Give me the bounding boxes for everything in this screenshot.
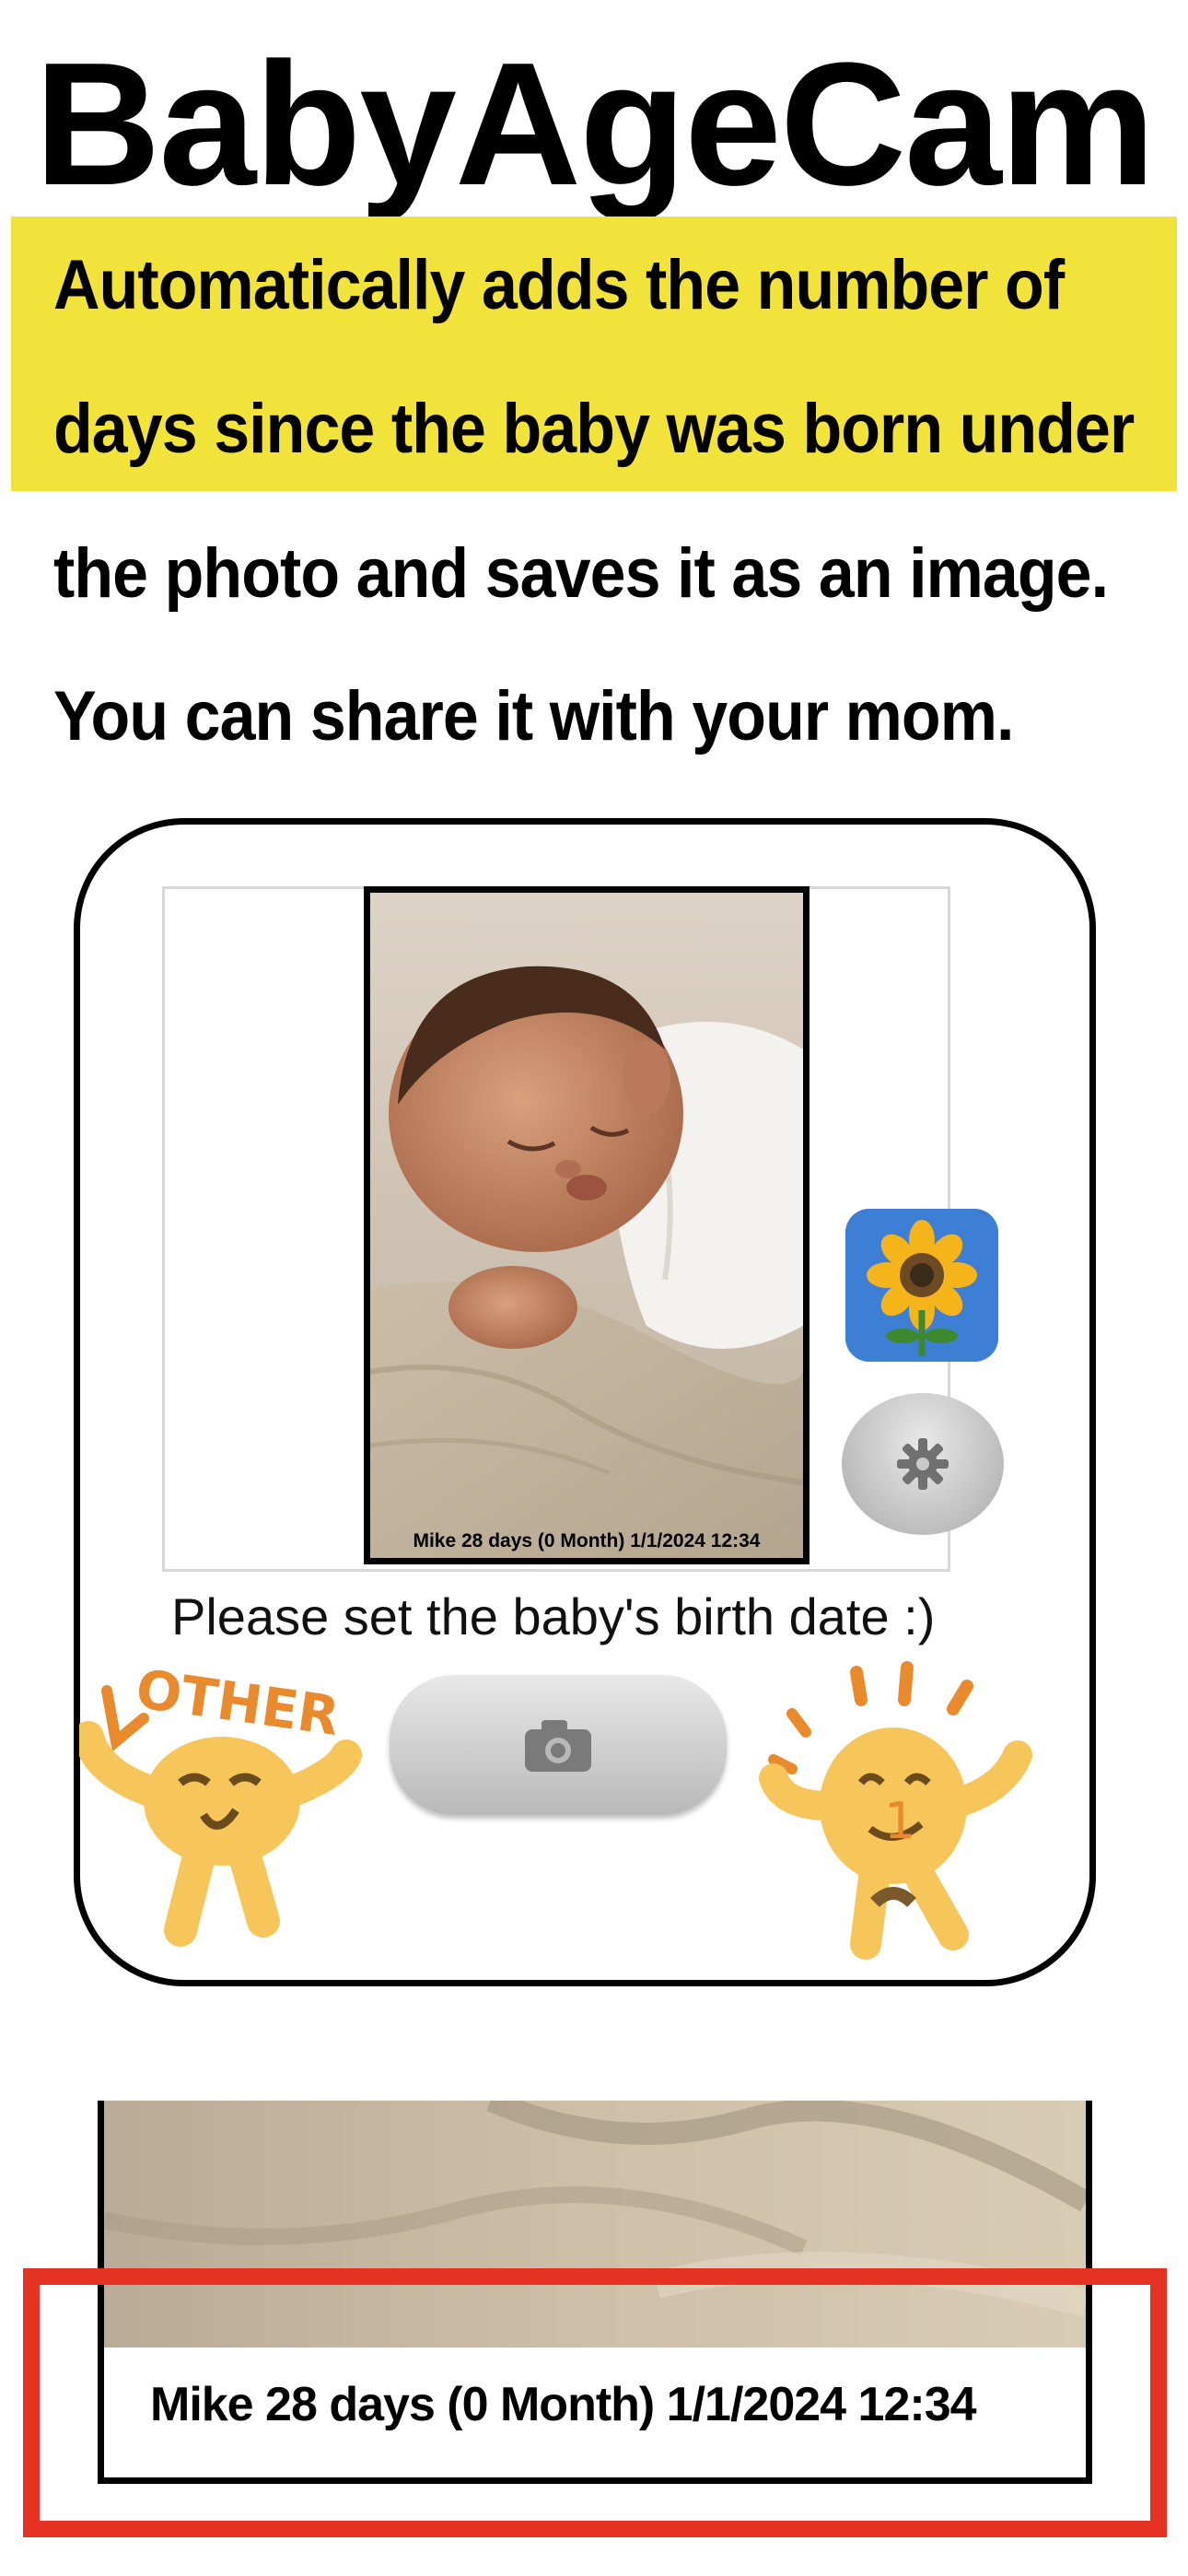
description-line-3: the photo and saves it as an image.: [53, 534, 1109, 613]
settings-button[interactable]: [842, 1393, 1004, 1535]
cheering-mascot-icon: 1: [759, 1661, 1032, 1960]
caption-highlight-box: [23, 2268, 1167, 2537]
one-sticker-text: 1: [884, 1792, 915, 1850]
shutter-button[interactable]: [390, 1675, 727, 1815]
description-line-1: Automatically adds the number of: [53, 246, 1065, 324]
one-month-mascot-sticker[interactable]: 1: [755, 1649, 1050, 1967]
app-title: BabyAgeCam: [34, 27, 1155, 222]
gallery-button[interactable]: [845, 1209, 998, 1362]
description-line-4: You can share it with your mom.: [53, 677, 1014, 755]
baby-illustration: [370, 893, 803, 1558]
camera-icon: [525, 1720, 591, 1772]
other-mascot-sticker[interactable]: OTHER: [73, 1654, 383, 1953]
baby-photo: Mike 28 days (0 Month) 1/1/2024 12:34: [364, 886, 809, 1564]
other-sticker-text: OTHER: [133, 1657, 344, 1748]
smiling-mascot-icon: OTHER: [73, 1657, 362, 1947]
photo-age-caption: Mike 28 days (0 Month) 1/1/2024 12:34: [413, 1530, 761, 1551]
birth-date-hint[interactable]: Please set the baby's birth date :): [171, 1587, 935, 1646]
sunflower-icon: [845, 1209, 998, 1362]
description-line-2: days since the baby was born under: [53, 390, 1135, 468]
gear-icon: [897, 1438, 949, 1490]
